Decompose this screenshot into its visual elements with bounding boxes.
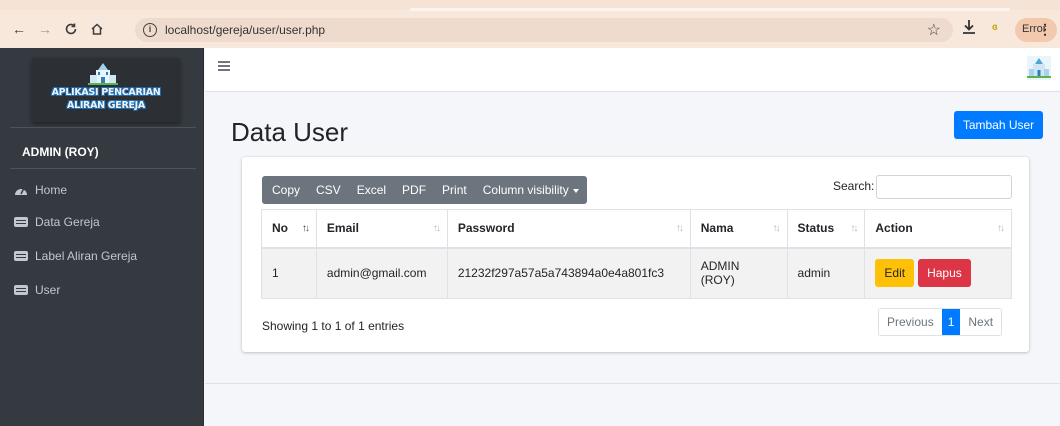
active-tab-indicator xyxy=(410,8,1010,11)
sidebar-item-data-gereja[interactable]: Data Gereja xyxy=(14,212,100,232)
site-info-icon[interactable]: i xyxy=(143,23,157,37)
extension-icon[interactable]: ɞ xyxy=(992,22,998,33)
pagination: Previous 1 Next xyxy=(878,308,1003,336)
reload-icon[interactable] xyxy=(62,20,80,38)
profile-error-button[interactable]: Error ⋮ xyxy=(1015,18,1057,42)
list-icon xyxy=(14,285,28,295)
column-header-status[interactable]: Status ↑↓ xyxy=(786,209,866,249)
sidebar-item-label: User xyxy=(35,283,61,297)
top-navbar xyxy=(205,48,1060,92)
delete-button[interactable]: Hapus xyxy=(918,259,971,288)
sort-icon: ↑↓ xyxy=(675,223,684,234)
list-icon xyxy=(14,251,28,261)
cell-no: 1 xyxy=(261,247,317,299)
home-icon[interactable] xyxy=(88,20,106,38)
csv-button[interactable]: CSV xyxy=(308,176,349,204)
tachometer-icon xyxy=(15,187,27,195)
back-arrow-icon[interactable]: ← xyxy=(10,20,28,38)
column-header-no[interactable]: No ↑↓ xyxy=(261,209,317,249)
sort-icon: ↑↓ xyxy=(432,223,441,234)
print-button[interactable]: Print xyxy=(434,176,475,204)
forward-arrow-icon[interactable]: → xyxy=(36,20,54,38)
browser-chrome: ← → i localhost/gereja/user/user.php ☆ ɞ… xyxy=(0,0,1060,48)
brand-logo[interactable]: APLIKASI PENCARIAN ALIRAN GEREJA xyxy=(32,58,180,122)
copy-button[interactable]: Copy xyxy=(262,176,308,204)
sidebar-divider xyxy=(10,127,196,128)
caret-down-icon xyxy=(572,188,579,193)
sort-icon: ↑↓ xyxy=(772,223,781,234)
search-label: Search: xyxy=(833,179,875,193)
sidebar-item-label: Data Gereja xyxy=(35,215,100,229)
sort-icon: ↑↓ xyxy=(997,223,1005,234)
column-header-action[interactable]: Action ↑↓ xyxy=(864,209,1012,249)
sort-asc-icon: ↑↓ xyxy=(301,223,310,234)
sidebar-user-name[interactable]: ADMIN (ROY) xyxy=(22,145,99,159)
column-header-email[interactable]: Email ↑↓ xyxy=(315,209,448,249)
sidebar-item-label: Home xyxy=(35,183,68,197)
previous-page-button[interactable]: Previous xyxy=(879,309,942,335)
export-button-group: Copy CSV Excel PDF Print Column visibili… xyxy=(262,176,587,204)
hamburger-menu-icon[interactable] xyxy=(218,61,230,71)
column-header-password[interactable]: Password ↑↓ xyxy=(446,209,691,249)
cell-nama: ADMIN (ROY) xyxy=(689,247,788,299)
brand-line-2: ALIRAN GEREJA xyxy=(67,100,145,111)
cell-action: Edit Hapus xyxy=(864,247,1012,299)
search-input[interactable] xyxy=(876,175,1012,199)
column-visibility-button[interactable]: Column visibility xyxy=(475,176,587,204)
sidebar-item-user[interactable]: User xyxy=(14,280,60,300)
sidebar-item-label-aliran-gereja[interactable]: Label Aliran Gereja xyxy=(14,246,137,266)
table-row: 1 admin@gmail.com 21232f297a57a5a743894a… xyxy=(261,247,1012,299)
brand-line-1: APLIKASI PENCARIAN xyxy=(51,87,161,98)
cell-email: admin@gmail.com xyxy=(315,247,448,299)
list-icon xyxy=(14,217,28,227)
sidebar: APLIKASI PENCARIAN ALIRAN GEREJA ADMIN (… xyxy=(0,48,204,426)
column-header-nama[interactable]: Nama ↑↓ xyxy=(689,209,788,249)
sidebar-item-home[interactable]: Home xyxy=(14,180,67,200)
page-title: Data User xyxy=(231,117,349,147)
menu-dots-icon[interactable]: ⋮ xyxy=(1038,21,1052,38)
church-building-icon xyxy=(88,63,118,85)
next-page-button[interactable]: Next xyxy=(960,309,1002,335)
add-user-button[interactable]: Tambah User xyxy=(954,111,1043,139)
pdf-button[interactable]: PDF xyxy=(394,176,434,204)
sidebar-divider xyxy=(10,168,196,169)
church-logo-icon[interactable] xyxy=(1027,56,1051,80)
column-visibility-label: Column visibility xyxy=(482,183,569,197)
url-text[interactable]: localhost/gereja/user/user.php xyxy=(165,23,325,37)
address-bar[interactable]: i localhost/gereja/user/user.php ☆ xyxy=(135,18,953,42)
cell-password: 21232f297a57a5a743894a0e4a801fc3 xyxy=(446,247,691,299)
excel-button[interactable]: Excel xyxy=(349,176,394,204)
bookmark-star-icon[interactable]: ☆ xyxy=(927,20,941,40)
cell-status: admin xyxy=(786,247,866,299)
footer-divider xyxy=(205,383,1060,384)
table-header-row: No ↑↓ Email ↑↓ Password ↑↓ Nama ↑↓ Status ↑↓ … xyxy=(261,209,1012,249)
users-table: No ↑↓ Email ↑↓ Password ↑↓ Nama ↑↓ Status ↑↓ … xyxy=(261,209,1012,299)
page-1-button[interactable]: 1 xyxy=(941,309,961,335)
table-info: Showing 1 to 1 of 1 entries xyxy=(262,319,405,333)
download-icon[interactable] xyxy=(962,19,976,39)
sort-icon: ↑↓ xyxy=(850,223,858,234)
edit-button[interactable]: Edit xyxy=(875,259,915,288)
sidebar-item-label: Label Aliran Gereja xyxy=(35,249,138,263)
